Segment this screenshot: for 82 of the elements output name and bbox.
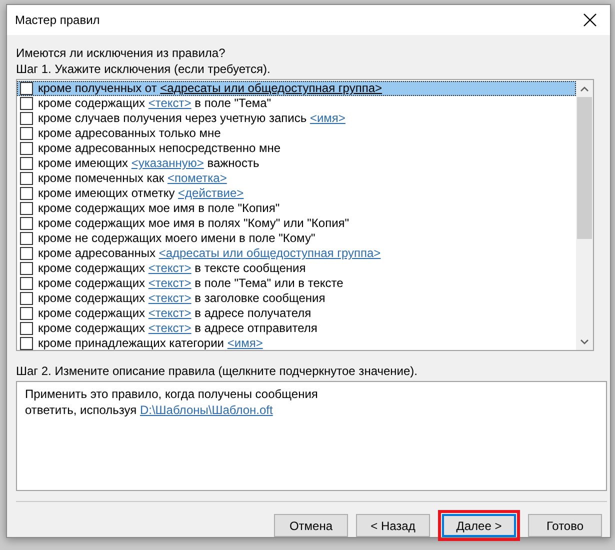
condition-text: кроме имеющих <указанную> важность — [38, 156, 260, 171]
condition-text: кроме помеченных как <пометка> — [38, 171, 227, 186]
checkbox[interactable] — [20, 202, 33, 215]
checkbox[interactable] — [20, 307, 33, 320]
condition-text: кроме полученных от <адресаты или общедоступная группа> — [38, 81, 382, 96]
step-label: Шаг 2. Измените описание правила (щелкните подчеркнутое значение). — [16, 363, 418, 379]
scroll-thumb[interactable] — [577, 97, 592, 239]
dialog-button[interactable]: Готово — [528, 514, 602, 537]
checkbox[interactable] — [20, 187, 33, 200]
checkbox[interactable] — [20, 337, 33, 350]
condition-item[interactable]: кроме содержащих мое имя в поле "Копия" — [17, 201, 576, 216]
value-link[interactable]: <имя> — [227, 336, 263, 350]
condition-text: кроме содержащих <текст> в тексте сообщения — [38, 261, 306, 276]
condition-item[interactable]: кроме помеченных как <пометка> — [17, 171, 576, 186]
condition-item[interactable]: кроме содержащих <текст> в тексте сообщения — [17, 261, 576, 276]
checkbox[interactable] — [20, 232, 33, 245]
checkbox[interactable] — [20, 322, 33, 335]
condition-text: кроме принадлежащих категории <имя> — [38, 336, 263, 350]
condition-text: кроме содержащих <текст> в поле "Тема" — [38, 96, 272, 111]
value-link[interactable]: <адресаты или общедоступная группа> — [160, 81, 382, 95]
value-link[interactable]: <действие> — [178, 186, 244, 200]
dialog-button[interactable]: Отмена — [274, 514, 348, 537]
checkbox[interactable] — [20, 217, 33, 230]
value-link[interactable]: <текст> — [148, 261, 192, 275]
value-link[interactable]: <текст> — [148, 321, 192, 335]
condition-item[interactable]: кроме полученных от <адресаты или общедоступная группа> — [17, 81, 576, 96]
value-link[interactable]: <пометка> — [167, 171, 227, 185]
checkbox[interactable] — [20, 82, 33, 95]
condition-text: кроме содержащих <текст> в поле "Тема" или в тексте — [38, 276, 344, 291]
condition-text: кроме содержащих <текст> в адресе получателя — [38, 306, 312, 321]
condition-text: кроме адресованных непосредственно мне — [38, 141, 281, 156]
condition-item[interactable]: кроме содержащих <текст> в поле "Тема" или в тексте — [17, 276, 576, 291]
value-link[interactable]: <текст> — [148, 291, 192, 305]
condition-text: кроме адресованных <адресаты или общедоступная группа> — [38, 246, 381, 261]
checkbox[interactable] — [20, 262, 33, 275]
chevron-down-icon — [580, 338, 589, 344]
template-link[interactable]: D:\Шаблоны\Шаблон.oft — [140, 403, 273, 417]
window-title: Мастер правил — [15, 13, 100, 27]
condition-item[interactable]: кроме имеющих отметку <действие> — [17, 186, 576, 201]
condition-item[interactable]: кроме случаев получения через учетную запись <имя> — [17, 111, 576, 126]
condition-item[interactable]: кроме содержащих <текст> в поле "Тема" — [17, 96, 576, 111]
checkbox[interactable] — [20, 97, 33, 110]
checkbox[interactable] — [20, 247, 33, 260]
condition-text: кроме адресованных только мне — [38, 126, 221, 141]
condition-item[interactable]: кроме содержащих <текст> в адресе получателя — [17, 306, 576, 321]
condition-item[interactable]: кроме содержащих мое имя в полях "Кому" или "Копия" — [17, 216, 576, 231]
condition-item[interactable]: кроме адресованных <адресаты или общедоступная группа> — [17, 246, 576, 261]
condition-item[interactable]: кроме содержащих <текст> в адресе отправителя — [17, 321, 576, 336]
condition-item[interactable]: кроме принадлежащих категории <имя> — [17, 336, 576, 350]
condition-text: кроме содержащих мое имя в поле "Копия" — [38, 201, 280, 216]
condition-item[interactable]: кроме не содержащих моего имени в поле "Кому" — [17, 231, 576, 246]
condition-item[interactable]: кроме содержащих <текст> в заголовке сообщения — [17, 291, 576, 306]
condition-text: кроме содержащих <текст> в адресе отправителя — [38, 321, 318, 336]
condition-text: кроме содержащих <текст> в заголовке сообщения — [38, 291, 326, 306]
value-link[interactable]: <указанную> — [131, 156, 204, 170]
condition-text: кроме содержащих мое имя в полях "Кому" или "Копия" — [38, 216, 350, 231]
value-link[interactable]: <текст> — [148, 96, 192, 110]
checkbox[interactable] — [20, 277, 33, 290]
checkbox[interactable] — [20, 127, 33, 140]
checkbox[interactable] — [20, 172, 33, 185]
value-link[interactable]: <текст> — [148, 306, 192, 320]
value-link[interactable]: <текст> — [148, 276, 192, 290]
value-link[interactable]: <адресаты или общедоступная группа> — [158, 246, 381, 260]
checkbox[interactable] — [20, 142, 33, 155]
value-link[interactable]: <имя> — [310, 111, 346, 125]
question-text: Имеются ли исключения из правила? — [16, 45, 226, 61]
checkbox[interactable] — [20, 157, 33, 170]
scrollbar[interactable] — [576, 80, 593, 350]
condition-text: кроме имеющих отметку <действие> — [38, 186, 244, 201]
description-text: ответить, используя D:\Шаблоны\Шаблон.oft — [25, 402, 274, 418]
dialog-button[interactable]: < Назад — [356, 514, 430, 537]
condition-text: кроме не содержащих моего имени в поле "Кому" — [38, 231, 316, 246]
condition-item[interactable]: кроме имеющих <указанную> важность — [17, 156, 576, 171]
checkbox[interactable] — [20, 292, 33, 305]
condition-text: кроме случаев получения через учетную запись <имя> — [38, 111, 346, 126]
checkbox[interactable] — [20, 112, 33, 125]
condition-item[interactable]: кроме адресованных непосредственно мне — [17, 141, 576, 156]
description-text: Применить это правило, когда получены сообщения — [25, 386, 319, 402]
close-icon — [583, 13, 597, 27]
chevron-up-icon — [580, 86, 589, 92]
condition-item[interactable]: кроме адресованных только мне — [17, 126, 576, 141]
step-label: Шаг 1. Укажите исключения (если требуется). — [16, 61, 272, 77]
